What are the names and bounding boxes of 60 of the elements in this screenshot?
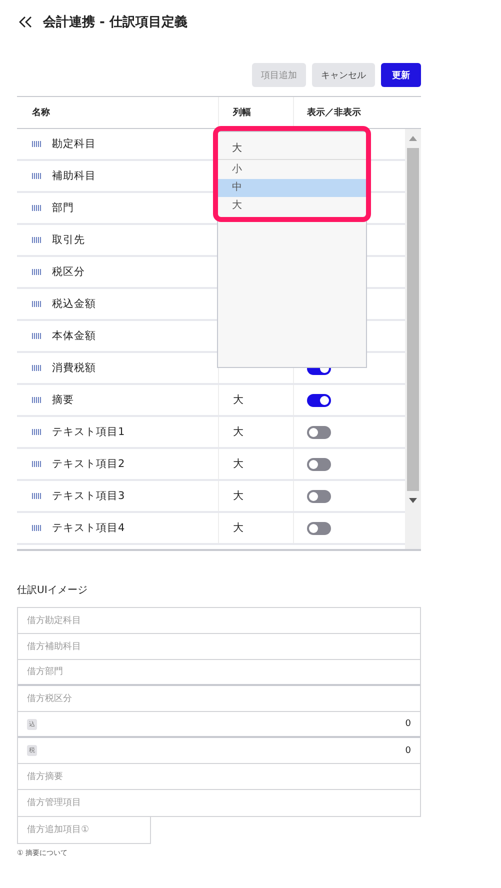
input-field[interactable]: 借方摘要 xyxy=(18,764,420,789)
drag-handle-icon[interactable] xyxy=(32,429,41,435)
column-header: 表示／非表示 xyxy=(293,97,405,128)
table-cell: 大 xyxy=(233,393,244,407)
input-field[interactable]: 借方部門 xyxy=(18,660,420,684)
drag-handle-icon[interactable] xyxy=(32,461,41,467)
toggle-switch[interactable] xyxy=(307,458,331,470)
table-cell: 大 xyxy=(233,425,244,439)
toggle-switch[interactable] xyxy=(307,426,331,438)
drag-handle-icon[interactable] xyxy=(32,237,41,243)
input-field[interactable]: 借方税区分 xyxy=(18,686,420,711)
input-field[interactable]: 借方勘定科目 xyxy=(18,608,420,633)
section-title: 仕訳UIイメージ xyxy=(17,584,88,597)
table-cell: 税区分 xyxy=(52,265,85,279)
table-cell: 取引先 xyxy=(52,233,85,247)
scroll-up-icon[interactable] xyxy=(409,136,417,141)
table-cell: 大 xyxy=(233,457,244,471)
drag-handle-icon[interactable] xyxy=(32,493,41,499)
table-cell: 勘定科目 xyxy=(52,137,96,151)
update-button[interactable]: 更新 xyxy=(381,63,421,87)
table-cell: 大 xyxy=(233,521,244,535)
table-cell: 部門 xyxy=(52,201,74,215)
table-cell: 補助科目 xyxy=(52,169,96,183)
table-cell: 大 xyxy=(233,489,244,503)
table-cell: 消費税額 xyxy=(52,361,96,375)
amount-value: 0 xyxy=(405,746,411,756)
dropdown-option[interactable]: 大 xyxy=(218,197,366,215)
scrollbar-thumb[interactable] xyxy=(407,148,419,491)
drag-handle-icon[interactable] xyxy=(32,301,41,307)
drag-handle-icon[interactable] xyxy=(32,205,41,211)
column-header: 列幅 xyxy=(218,97,293,128)
drag-handle-icon[interactable] xyxy=(32,173,41,179)
action-button[interactable]: キャンセル xyxy=(312,63,375,87)
table-cell: テキスト項目4 xyxy=(52,521,125,535)
dropdown-option[interactable]: 小 xyxy=(218,161,366,179)
input-field[interactable]: 借方追加項目① xyxy=(17,817,151,844)
drag-handle-icon[interactable] xyxy=(32,525,41,531)
drag-handle-icon[interactable] xyxy=(32,141,41,147)
toggle-switch[interactable] xyxy=(307,522,331,534)
drag-handle-icon[interactable] xyxy=(32,397,41,403)
table-cell: テキスト項目2 xyxy=(52,457,125,471)
table-cell: 摘要 xyxy=(52,393,74,407)
column-header: 名称 xyxy=(31,106,51,120)
dropdown-value[interactable]: 大 xyxy=(218,132,366,160)
input-field[interactable]: 借方補助科目 xyxy=(18,634,420,659)
dropdown-option[interactable]: 中 xyxy=(218,179,366,197)
drag-handle-icon[interactable] xyxy=(32,333,41,339)
input-field[interactable]: 借方管理項目 xyxy=(18,790,420,816)
toggle-switch[interactable] xyxy=(307,394,331,406)
amount-value: 0 xyxy=(405,719,411,729)
table-cell: 税込金額 xyxy=(52,297,96,311)
double-chevron-left-icon[interactable] xyxy=(19,16,33,28)
table-cell: 本体金額 xyxy=(52,329,96,343)
table-cell: テキスト項目3 xyxy=(52,489,125,503)
toggle-switch[interactable] xyxy=(307,490,331,502)
table-cell: テキスト項目1 xyxy=(52,425,125,439)
drag-handle-icon[interactable] xyxy=(32,365,41,371)
drag-handle-icon[interactable] xyxy=(32,269,41,275)
page-title: 会計連携 - 仕訳項目定義 xyxy=(43,14,188,31)
scroll-down-icon[interactable] xyxy=(409,498,417,503)
